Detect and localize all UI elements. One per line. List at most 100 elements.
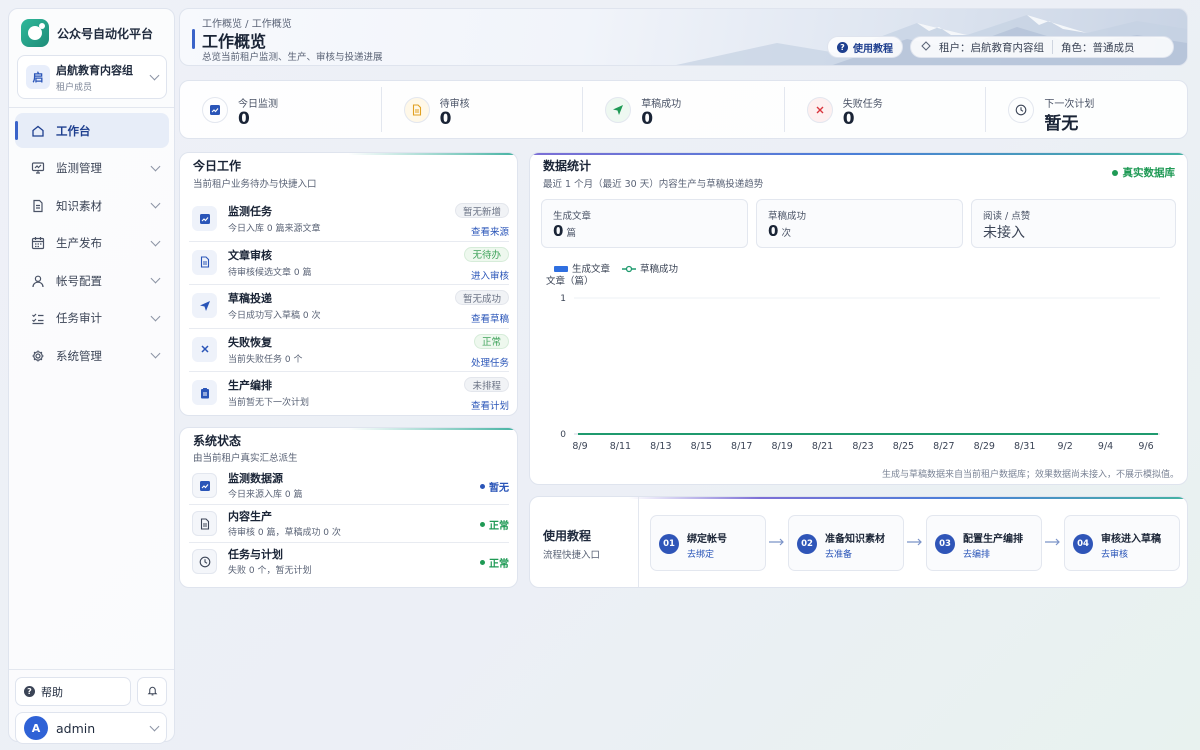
- item-subtitle: 待审核 0 篇，草稿成功 0 次: [228, 528, 341, 538]
- card-subtitle: 当前租户业务待办与快捷入口: [193, 179, 317, 190]
- step-review-draft[interactable]: 04 审核进入草稿 去审核: [1064, 515, 1180, 571]
- legend-marker-draft: [625, 265, 633, 273]
- step-link[interactable]: 去准备: [825, 547, 852, 560]
- arrow-right-icon: [1045, 538, 1060, 546]
- trend-icon: [202, 97, 228, 123]
- stat-today-monitor[interactable]: 今日监测 0: [180, 87, 382, 132]
- list-item[interactable]: 监测数据源 今日来源入库 0 篇 暂无: [189, 467, 509, 505]
- stat-label: 下一次计划: [1044, 99, 1095, 110]
- close-icon: [806, 97, 833, 123]
- stat-value: 0: [238, 109, 250, 129]
- metric-generated: 生成文章 0篇: [541, 199, 748, 248]
- step-title: 配置生产编排: [963, 534, 1023, 545]
- handle-tasks-link[interactable]: 处理任务: [471, 355, 509, 369]
- x-tick-label: 8/25: [893, 441, 914, 452]
- step-link[interactable]: 去审核: [1101, 547, 1128, 560]
- help-icon: ?: [24, 686, 35, 697]
- chevron-down-icon: [150, 236, 161, 246]
- sidebar-item-system[interactable]: 系统管理: [15, 338, 169, 373]
- item-subtitle: 当前失败任务 0 个: [228, 354, 303, 365]
- x-tick-label: 9/6: [1138, 441, 1153, 452]
- notification-button[interactable]: [137, 677, 167, 706]
- x-tick-label: 8/29: [974, 441, 995, 452]
- item-title: 内容生产: [228, 510, 272, 523]
- status-dot: [1111, 169, 1118, 176]
- list-item[interactable]: 生产编排 当前暂无下一次计划 未排程 查看计划: [189, 372, 509, 415]
- view-plan-link[interactable]: 查看计划: [471, 398, 509, 412]
- sidebar-item-account[interactable]: 帐号配置: [15, 263, 169, 298]
- sidebar-item-label: 监测管理: [56, 161, 102, 175]
- sidebar-item-monitor[interactable]: 监测管理: [15, 151, 169, 186]
- stat-label: 今日监测: [238, 99, 278, 110]
- sidebar-item-publish[interactable]: 生产发布: [15, 226, 169, 261]
- tenant-name: 启航教育内容组: [56, 63, 133, 77]
- live-data-badge: 真实数据库: [1111, 165, 1175, 180]
- sidebar-item-workbench[interactable]: 工作台: [15, 113, 169, 148]
- view-sources-link[interactable]: 查看来源: [471, 224, 509, 238]
- help-button[interactable]: ? 帮助: [15, 677, 131, 706]
- step-bind-account[interactable]: 01 绑定帐号 去绑定: [650, 515, 766, 571]
- sidebar-nav: 工作台 监测管理 知识素材 生产发布 帐号配置 任务审计 系统管理: [15, 113, 169, 376]
- user-menu[interactable]: A admin: [15, 712, 167, 744]
- status-dot: [480, 522, 485, 527]
- x-tick-label: 8/15: [691, 441, 712, 452]
- step-number: 01: [659, 534, 679, 554]
- legend-label-draft: 草稿成功: [640, 263, 678, 275]
- list-item[interactable]: 文章审核 待审核候选文章 0 篇 无待办 进入审核: [189, 242, 509, 285]
- metric-label: 生成文章: [553, 211, 592, 222]
- x-tick-label: 8/9: [572, 441, 587, 452]
- stat-label: 待审核: [439, 99, 470, 110]
- item-subtitle: 今日成功写入草稿 0 次: [228, 311, 321, 321]
- list-item[interactable]: 任务与计划 失败 0 个，暂无计划 正常: [189, 543, 509, 581]
- stat-value: 0: [842, 109, 855, 129]
- chevron-down-icon: [150, 198, 161, 209]
- chart-note: 生成与草稿数据来自当前租户数据库；效果数据尚未接入，不展示模拟值。: [881, 470, 1179, 480]
- step-link[interactable]: 去编排: [963, 547, 990, 560]
- x-tick-label: 8/27: [933, 441, 954, 452]
- clipboard-icon: [192, 380, 217, 405]
- card-accent: [530, 153, 1187, 155]
- list-item[interactable]: 监测任务 今日入库 0 篇来源文章 暂无新增 查看来源: [189, 198, 509, 242]
- tutorial-card: 使用教程 流程快捷入口 01 绑定帐号 去绑定 02 准备知识素材 去准备 03…: [529, 496, 1188, 588]
- step-configure-pipeline[interactable]: 03 配置生产编排 去编排: [926, 515, 1042, 571]
- calendar-icon: [31, 236, 45, 250]
- list-item[interactable]: 失败恢复 当前失败任务 0 个 正常 处理任务: [189, 329, 509, 372]
- list-item[interactable]: 内容生产 待审核 0 篇，草稿成功 0 次 正常: [189, 505, 509, 543]
- status-badge: 正常: [473, 333, 509, 349]
- sidebar: 公众号自动化平台 启 启航教育内容组 租户成员 工作台 监测管理 知识素材 生产…: [8, 8, 175, 744]
- step-prepare-material[interactable]: 02 准备知识素材 去准备: [788, 515, 904, 571]
- stat-next-plan[interactable]: 下一次计划 暂无: [986, 87, 1187, 134]
- stat-draft-success[interactable]: 草稿成功 0: [583, 87, 785, 132]
- step-link[interactable]: 去绑定: [687, 547, 714, 560]
- card-accent: [180, 153, 517, 155]
- x-tick-label: 8/19: [771, 441, 792, 452]
- sidebar-item-audit[interactable]: 任务审计: [15, 301, 169, 336]
- enter-review-link[interactable]: 进入审核: [471, 268, 509, 282]
- brand[interactable]: 公众号自动化平台: [21, 19, 153, 47]
- stat-pending-review[interactable]: 待审核 0: [382, 87, 584, 132]
- metric-number: 0: [553, 222, 564, 240]
- trend-chart: 生成文章 草稿成功文章（篇） 0 1 8/9 8/11 8/13 8/15 8/17 8/19 8/…: [546, 263, 1160, 452]
- chevron-down-icon: [149, 721, 160, 731]
- view-drafts-link[interactable]: 查看草稿: [471, 311, 509, 325]
- metric-draft-success: 草稿成功 0次: [756, 199, 963, 248]
- tutorial-button[interactable]: ? 使用教程: [827, 36, 903, 58]
- item-title: 任务与计划: [228, 548, 283, 561]
- send-icon: [605, 97, 632, 123]
- avatar: A: [24, 716, 48, 740]
- list-item[interactable]: 草稿投递 今日成功写入草稿 0 次 暂无成功 查看草稿: [189, 285, 509, 329]
- status-indicator: 暂无: [480, 479, 509, 494]
- tenant-role-pill[interactable]: 租户：启航教育内容组 角色：普通成员: [910, 36, 1174, 58]
- x-tick-label: 8/23: [852, 441, 873, 452]
- app-name: 公众号自动化平台: [57, 26, 154, 41]
- item-title: 文章审核: [228, 248, 272, 262]
- gear-icon: [31, 349, 45, 363]
- bell-icon: [147, 685, 158, 699]
- clock-icon: [192, 549, 217, 574]
- sidebar-item-knowledge[interactable]: 知识素材: [15, 188, 169, 223]
- stat-failed-tasks[interactable]: 失败任务 0: [785, 87, 987, 132]
- stat-label: 失败任务: [842, 99, 883, 110]
- status-list: 监测数据源 今日来源入库 0 篇 暂无 内容生产 待审核 0 篇，草稿成功 0 …: [189, 467, 509, 581]
- tenant-switcher[interactable]: 启 启航教育内容组 租户成员: [17, 55, 167, 99]
- page-subtitle: 总览当前租户监测、生产、审核与投递进展: [202, 52, 383, 63]
